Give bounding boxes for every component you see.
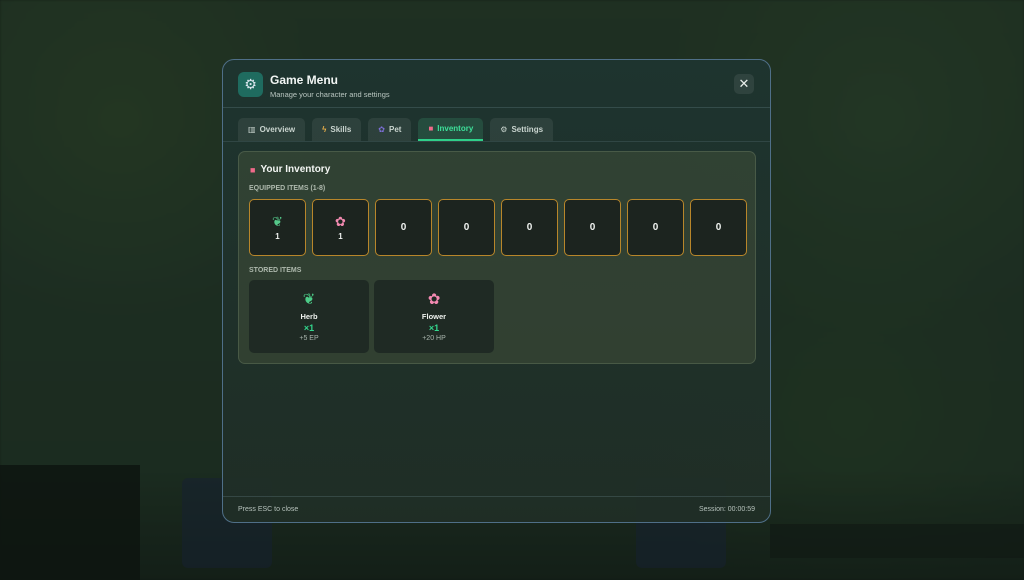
tab-label: Settings: [511, 125, 544, 134]
tab-inventory[interactable]: ■ Inventory: [418, 118, 484, 141]
tab-pet[interactable]: ✿ Pet: [368, 118, 412, 141]
slot-count: 0: [463, 222, 470, 233]
backpack-icon: ■: [250, 164, 256, 175]
tab-label: Pet: [388, 125, 402, 134]
gear-icon: ⚙: [500, 125, 508, 134]
equip-slot-6[interactable]: 0: [564, 199, 621, 256]
equipped-label: EQUIPPED ITEMS (1-8): [249, 185, 326, 192]
tab-label: Inventory: [437, 124, 474, 133]
item-quantity: ×1: [428, 322, 440, 333]
modal-header: ⚙ Game Menu Manage your character and se…: [223, 60, 770, 108]
slot-count: 0: [652, 222, 659, 233]
stored-items: ❦ Herb ×1 +5 EP ✿ Flower ×1 +20 HP: [249, 280, 494, 353]
flower-icon: ✿: [335, 213, 346, 229]
modal-title: Game Menu: [270, 73, 339, 87]
chart-icon: ▥: [248, 125, 256, 134]
equip-slot-4[interactable]: 0: [438, 199, 495, 256]
herb-icon: ❦: [272, 213, 283, 229]
inventory-title-text: Your Inventory: [260, 164, 331, 175]
equipped-slots: ❦ 1 ✿ 1 0 0 0 0 0 0: [249, 199, 747, 256]
equip-slot-1[interactable]: ❦ 1: [249, 199, 306, 256]
inventory-title: ■ Your Inventory: [250, 164, 330, 175]
close-icon: ✕: [738, 76, 750, 91]
tab-label: Skills: [330, 125, 352, 134]
slot-count: 0: [526, 222, 533, 233]
tab-overview[interactable]: ▥ Overview: [238, 118, 306, 141]
item-name: Flower: [421, 311, 447, 321]
modal-subtitle: Manage your character and settings: [270, 90, 390, 99]
inventory-panel: ■ Your Inventory EQUIPPED ITEMS (1-8) ❦ …: [238, 151, 756, 364]
flower-icon: ✿: [427, 290, 441, 308]
stored-label: STORED ITEMS: [249, 267, 302, 274]
equip-slot-2[interactable]: ✿ 1: [312, 199, 369, 256]
close-button[interactable]: ✕: [734, 74, 754, 94]
slot-count: 0: [589, 222, 596, 233]
item-effect: +20 HP: [422, 334, 446, 342]
stored-item-herb[interactable]: ❦ Herb ×1 +5 EP: [249, 280, 369, 353]
lightning-icon: ϟ: [322, 125, 327, 134]
tab-bar: ▥ Overview ϟ Skills ✿ Pet ■ Inventory ⚙ …: [238, 118, 755, 142]
slot-count: 0: [400, 222, 407, 233]
stored-item-flower[interactable]: ✿ Flower ×1 +20 HP: [374, 280, 494, 353]
slot-count: 1: [275, 231, 280, 241]
equip-slot-8[interactable]: 0: [690, 199, 747, 256]
session-timer: Session: 00:00:59: [698, 506, 755, 513]
item-name: Herb: [300, 311, 318, 321]
paw-icon: ✿: [378, 125, 385, 134]
tab-divider: [223, 141, 770, 142]
backpack-icon: ■: [428, 124, 434, 133]
slot-count: 0: [715, 222, 722, 233]
slot-count: 1: [338, 231, 343, 241]
tab-settings[interactable]: ⚙ Settings: [490, 118, 554, 141]
tab-skills[interactable]: ϟ Skills: [312, 118, 362, 141]
modal-footer: Press ESC to close Session: 00:00:59: [223, 496, 770, 522]
herb-icon: ❦: [302, 290, 316, 308]
item-quantity: ×1: [303, 322, 315, 333]
esc-hint: Press ESC to close: [238, 506, 299, 513]
gear-icon: ⚙: [238, 72, 263, 97]
tab-label: Overview: [259, 125, 296, 134]
game-menu-modal: ⚙ Game Menu Manage your character and se…: [222, 59, 771, 523]
item-effect: +5 EP: [299, 334, 319, 342]
equip-slot-3[interactable]: 0: [375, 199, 432, 256]
equip-slot-7[interactable]: 0: [627, 199, 684, 256]
equip-slot-5[interactable]: 0: [501, 199, 558, 256]
